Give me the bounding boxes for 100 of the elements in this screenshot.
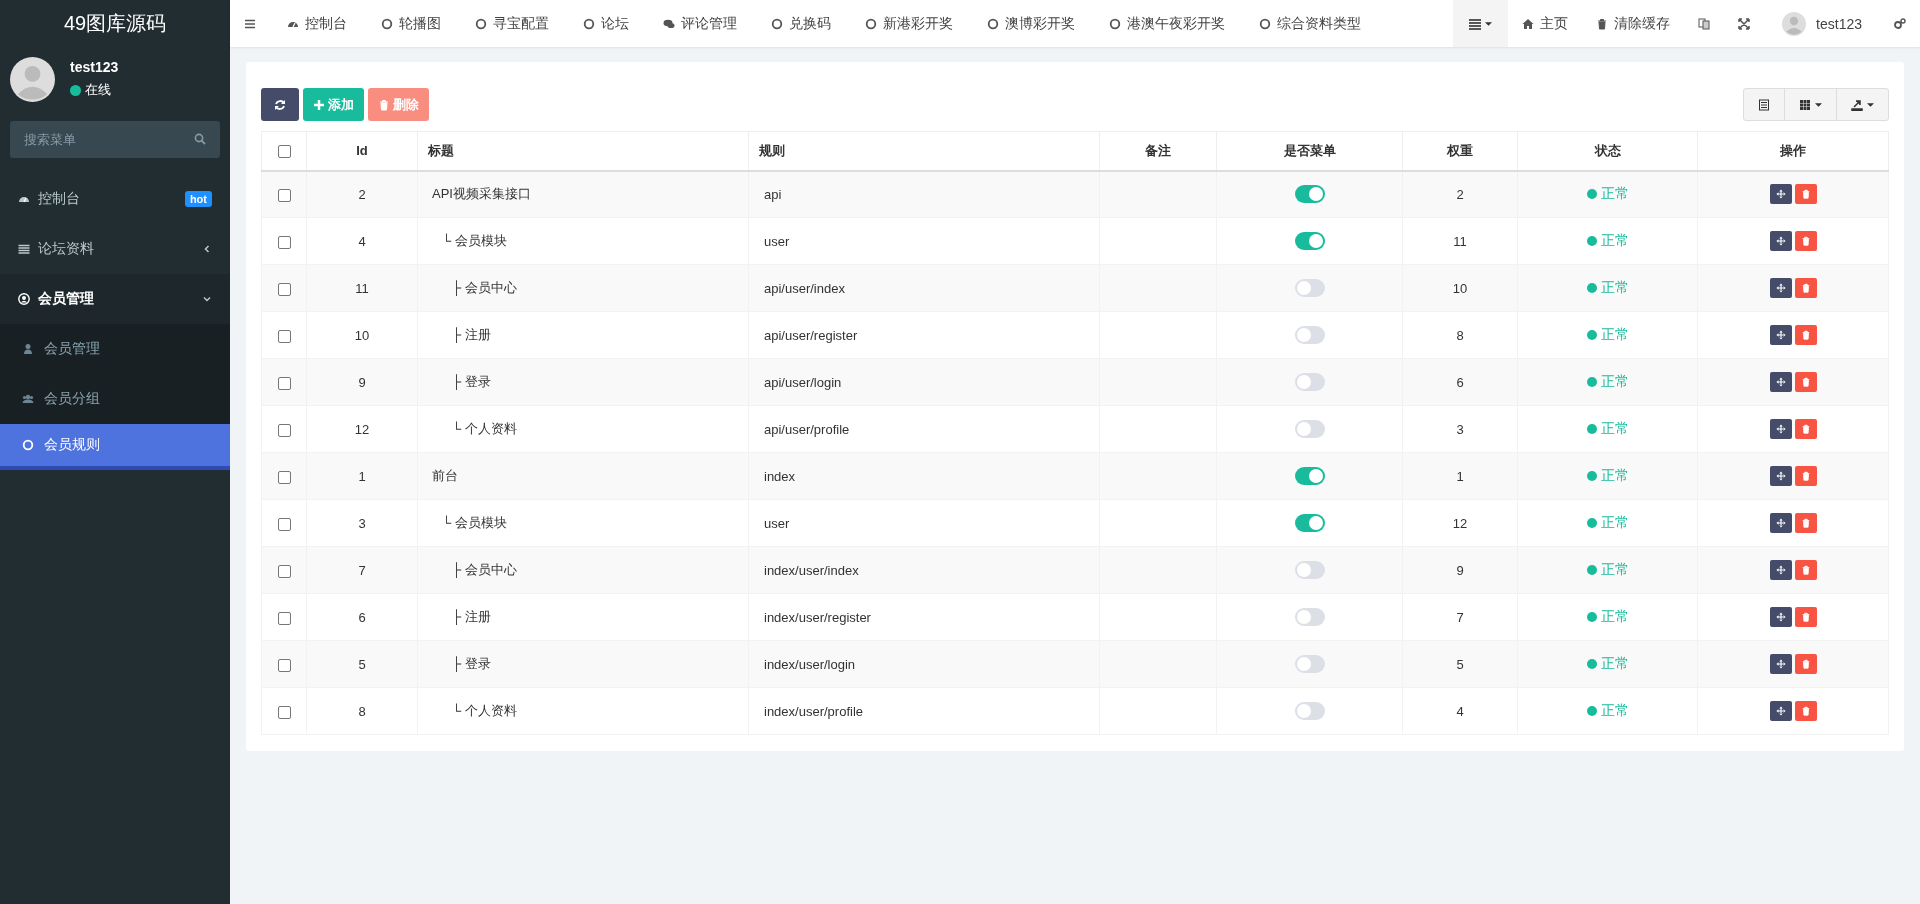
row-checkbox[interactable] — [277, 470, 291, 484]
select-all-checkbox[interactable] — [277, 145, 291, 159]
circle-icon — [583, 17, 595, 30]
toggle-switch[interactable] — [1294, 561, 1325, 579]
nav-tab[interactable]: 寻宝配置 — [458, 0, 566, 47]
row-checkbox[interactable] — [277, 282, 291, 296]
table-cell: 11 — [355, 280, 369, 296]
move-icon — [1775, 189, 1786, 200]
submenu-item[interactable]: 会员管理 — [0, 324, 230, 374]
move-icon — [1775, 330, 1786, 340]
table-cell: 3 — [358, 515, 366, 531]
table-cell: 前台 — [432, 467, 458, 485]
user-name: test123 — [70, 59, 119, 75]
nav-dropdown-button[interactable] — [1453, 0, 1509, 47]
toggle-switch[interactable] — [1294, 326, 1325, 344]
status-dot — [1586, 424, 1597, 434]
submenu-item[interactable]: 会员分组 — [0, 374, 230, 424]
row-checkbox[interactable] — [277, 705, 291, 719]
sidebar-item[interactable]: 论坛资料 — [0, 224, 230, 274]
export-icon — [1851, 98, 1863, 111]
delete-button[interactable] — [1794, 560, 1817, 580]
table-cell-text: api/user/register — [763, 327, 858, 343]
sidebar-item[interactable]: 控制台 hot — [0, 174, 230, 224]
circle-icon — [1109, 17, 1121, 30]
row-checkbox[interactable] — [277, 376, 291, 390]
drag-button[interactable] — [1769, 466, 1792, 486]
delete-button[interactable] — [1794, 654, 1817, 674]
list-icon — [18, 243, 30, 255]
table-cell: └ 会员模块 — [442, 514, 507, 532]
drag-button[interactable] — [1769, 372, 1792, 392]
drag-button[interactable] — [1769, 560, 1792, 580]
search-field[interactable]: 搜索菜单 — [10, 121, 220, 158]
nav-tab[interactable]: 港澳午夜彩开奖 — [1092, 0, 1242, 47]
toggle-switch[interactable] — [1294, 232, 1325, 250]
status-text: 正常 — [1600, 373, 1629, 391]
delete-button[interactable] — [1794, 184, 1817, 205]
submenu-item[interactable]: 会员规则 — [0, 424, 230, 470]
status-text: 正常 — [1600, 514, 1629, 532]
refresh-icon — [274, 98, 286, 111]
delete-button[interactable] — [1794, 372, 1817, 392]
table-cell: 5 — [358, 656, 366, 672]
drag-button[interactable] — [1769, 513, 1792, 533]
nav-tab[interactable]: 兑换码 — [754, 0, 848, 47]
toggle-switch[interactable] — [1294, 608, 1325, 626]
drag-button[interactable] — [1769, 278, 1792, 298]
menu-icon — [244, 17, 256, 30]
nav-tab[interactable]: 控制台 — [270, 0, 364, 47]
clear-cache-link[interactable]: 清除缓存 — [1582, 0, 1685, 47]
drag-button[interactable] — [1769, 184, 1792, 205]
status-text: 正常 — [1600, 232, 1629, 250]
table-cell-text: index/user/register — [763, 609, 871, 625]
sidebar-item[interactable]: 会员管理 — [0, 274, 230, 324]
refresh-button[interactable] — [261, 88, 299, 121]
home-icon — [1522, 17, 1535, 30]
table-cell: 11 — [1453, 233, 1467, 249]
toggle-switch[interactable] — [1294, 655, 1325, 673]
drag-button[interactable] — [1769, 701, 1792, 721]
table-cell-text: api/user/profile — [763, 421, 850, 437]
table-cell: 6 — [1456, 374, 1464, 390]
nav-tab[interactable]: 新港彩开奖 — [848, 0, 970, 47]
drag-button[interactable] — [1769, 325, 1792, 345]
drag-button[interactable] — [1769, 419, 1792, 439]
toggle-switch[interactable] — [1294, 185, 1325, 204]
plus-icon — [313, 98, 325, 111]
home-link[interactable]: 主页 — [1508, 0, 1583, 47]
toggle-switch[interactable] — [1294, 373, 1325, 391]
nav-tab[interactable]: 评论管理 — [646, 0, 754, 47]
trash-icon — [1800, 189, 1811, 200]
row-checkbox[interactable] — [277, 188, 291, 202]
delete-button[interactable] — [1794, 278, 1817, 298]
row-checkbox[interactable] — [277, 517, 291, 531]
status-dot — [1586, 565, 1597, 575]
status-text: 正常 — [1600, 185, 1629, 204]
status-dot — [1586, 283, 1597, 293]
delete-button[interactable] — [1794, 466, 1817, 486]
nav-tab[interactable]: 综合资料类型 — [1242, 0, 1378, 47]
row-checkbox[interactable] — [277, 658, 291, 672]
table-cell: ├ 会员中心 — [452, 561, 517, 579]
table-cell: ├ 注册 — [452, 326, 491, 344]
row-checkbox[interactable] — [277, 423, 291, 437]
row-checkbox[interactable] — [277, 235, 291, 249]
move-icon — [1775, 377, 1786, 387]
toggle-switch[interactable] — [1294, 702, 1325, 720]
row-checkbox[interactable] — [277, 329, 291, 343]
nav-tab[interactable]: 论坛 — [566, 0, 646, 47]
nav-tab[interactable]: 澳博彩开奖 — [970, 0, 1092, 47]
circle-icon — [771, 17, 783, 30]
fullscreen-icon — [1738, 17, 1751, 30]
toggle-switch[interactable] — [1294, 514, 1325, 532]
user-menu[interactable]: test123 — [1764, 0, 1880, 47]
drag-button[interactable] — [1769, 231, 1792, 251]
drag-button[interactable] — [1769, 654, 1792, 674]
row-checkbox[interactable] — [277, 611, 291, 625]
toggle-switch[interactable] — [1294, 279, 1325, 297]
nav-tab[interactable]: 轮播图 — [364, 0, 458, 47]
toggle-switch[interactable] — [1294, 467, 1325, 485]
toggle-switch[interactable] — [1294, 420, 1325, 438]
drag-button[interactable] — [1769, 607, 1792, 627]
row-checkbox[interactable] — [277, 564, 291, 578]
table-cell: 7 — [1456, 609, 1464, 625]
